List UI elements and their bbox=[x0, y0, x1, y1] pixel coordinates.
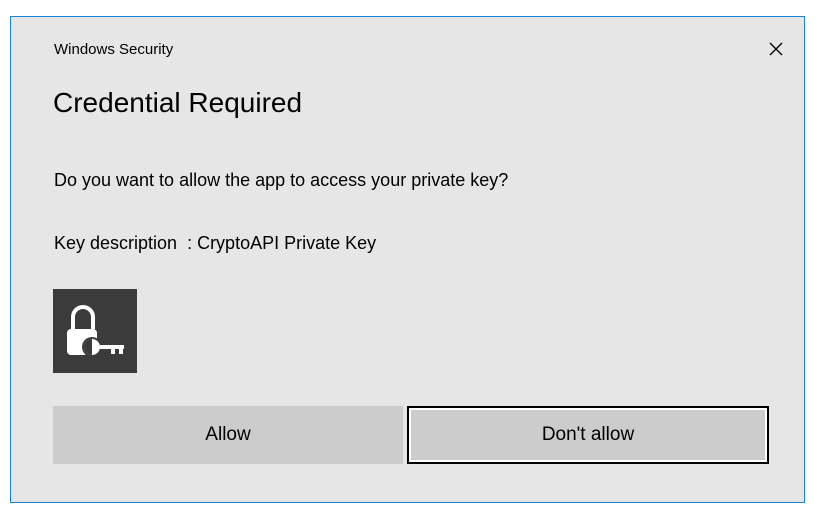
window-title: Windows Security bbox=[54, 41, 174, 58]
security-dialog: Windows Security Credential Required Do … bbox=[10, 16, 805, 503]
dont-allow-button[interactable]: Don't allow bbox=[407, 406, 769, 464]
lock-key-icon bbox=[67, 305, 124, 357]
key-description: Key description : CryptoAPI Private Key bbox=[54, 233, 377, 253]
close-button[interactable] bbox=[762, 35, 790, 63]
dialog-heading: Credential Required bbox=[53, 87, 303, 118]
close-icon bbox=[769, 42, 783, 56]
access-question: Do you want to allow the app to access y… bbox=[54, 170, 509, 190]
lock-key-tile bbox=[53, 289, 137, 373]
allow-button[interactable]: Allow bbox=[53, 406, 403, 464]
